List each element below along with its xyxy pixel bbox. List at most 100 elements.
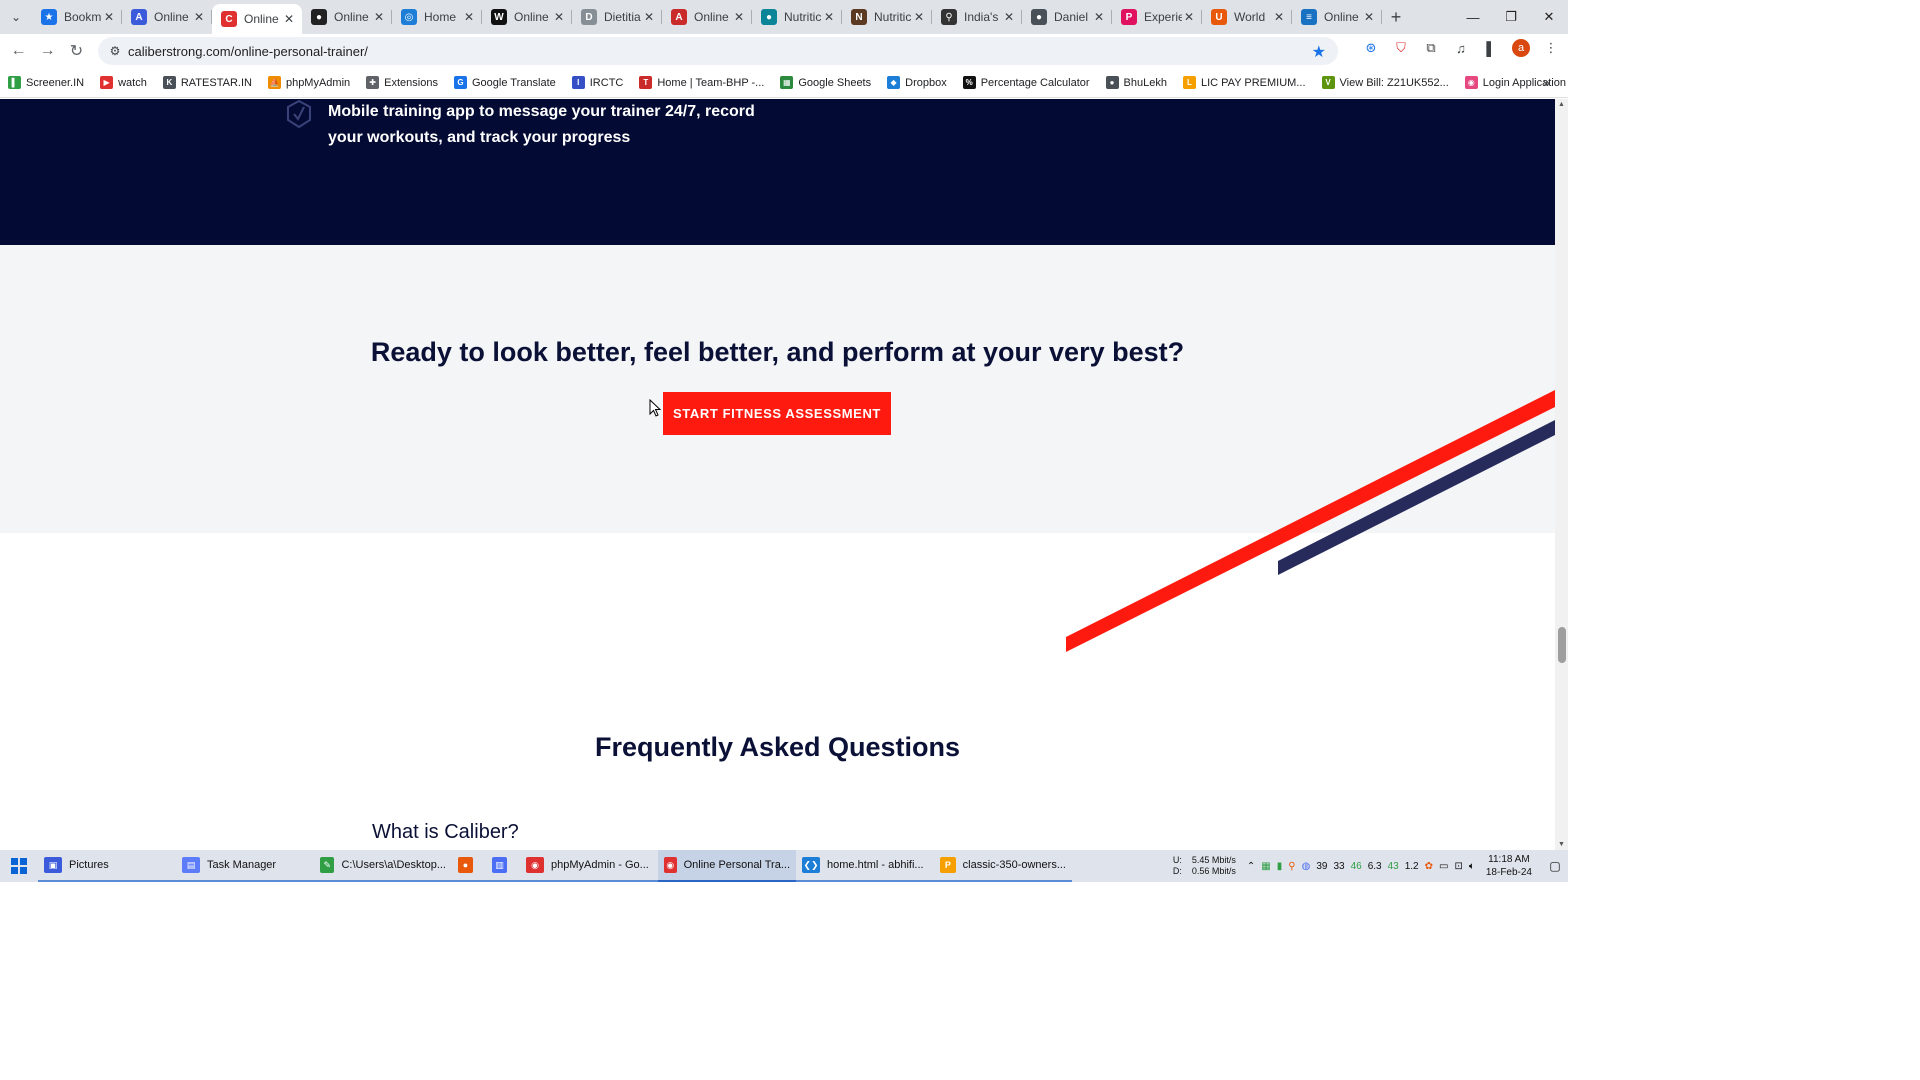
tab-title: Online xyxy=(514,10,549,24)
tab-close-icon[interactable]: ✕ xyxy=(1092,10,1106,24)
tab-title: India's xyxy=(964,10,999,24)
menu-kebab-icon[interactable]: ⋮ xyxy=(1542,39,1560,57)
address-bar[interactable]: ⚙ caliberstrong.com/online-personal-trai… xyxy=(98,37,1338,65)
browser-tab[interactable]: ● Daniel ✕ xyxy=(1022,0,1112,34)
media-controls-icon[interactable]: ♫ xyxy=(1452,39,1470,57)
notifications-icon[interactable]: ▢ xyxy=(1542,859,1568,873)
browser-tab[interactable]: ⚲ India's ✕ xyxy=(932,0,1022,34)
tray-search-icon[interactable]: ⚲ xyxy=(1288,861,1295,872)
profile-avatar[interactable]: a xyxy=(1512,39,1530,57)
tab-title: Online xyxy=(1324,10,1359,24)
taskbar-app-button[interactable]: ◉ phpMyAdmin - Go... xyxy=(520,850,658,882)
scrollbar-thumb[interactable] xyxy=(1558,627,1566,663)
bookmark-item[interactable]: ● BhuLekh xyxy=(1105,76,1167,89)
browser-tab[interactable]: W Online ✕ xyxy=(482,0,572,34)
bookmark-item[interactable]: ▌ Screener.IN xyxy=(8,76,84,89)
tab-close-icon[interactable]: ✕ xyxy=(1002,10,1016,24)
bookmarks-overflow-chevron-icon[interactable]: » xyxy=(1543,75,1550,90)
browser-tab[interactable]: N Nutritic ✕ xyxy=(842,0,932,34)
tray-app-icon[interactable]: ▦ xyxy=(1261,861,1270,872)
site-settings-icon[interactable]: ⚙ xyxy=(102,44,128,58)
taskbar-app-button[interactable]: ❮❯ home.html - abhifi... xyxy=(796,850,934,882)
browser-tab[interactable]: D Dietitia ✕ xyxy=(572,0,662,34)
tab-close-icon[interactable]: ✕ xyxy=(912,10,926,24)
browser-tab[interactable]: ◎ Home ✕ xyxy=(392,0,482,34)
browser-tab[interactable]: P Experie ✕ xyxy=(1112,0,1202,34)
scroll-up-arrow-icon[interactable]: ▲ xyxy=(1558,101,1565,108)
bookmark-item[interactable]: % Percentage Calculator xyxy=(962,76,1090,89)
bookmarks-bar: ▌ Screener.IN ▶ watch K RATESTAR.IN ⛵ phpMyAdmi… xyxy=(0,68,1568,98)
tab-title: Dietitia xyxy=(604,10,641,24)
extension-shield-icon[interactable]: ⛉ xyxy=(1392,39,1410,57)
bookmark-item[interactable]: ⛵ phpMyAdmin xyxy=(267,76,350,89)
tab-close-icon[interactable]: ✕ xyxy=(462,10,476,24)
tray-chevron-up-icon[interactable]: ⌃ xyxy=(1247,861,1255,872)
bookmark-item[interactable]: I IRCTC xyxy=(571,76,623,89)
extension-globe-icon[interactable]: ⊛ xyxy=(1362,39,1380,57)
browser-tab[interactable]: C Online ✕ xyxy=(212,4,302,34)
taskbar-app-button[interactable]: ▥ xyxy=(486,850,520,882)
taskbar-app-button[interactable]: Pclassic-350-owners... xyxy=(934,850,1072,882)
bookmark-item[interactable]: T Home | Team-BHP -... xyxy=(639,76,764,89)
bookmark-item[interactable]: V View Bill: Z21UK552... xyxy=(1321,76,1449,89)
tab-close-icon[interactable]: ✕ xyxy=(1182,10,1196,24)
browser-tab[interactable]: ≡ Online ✕ xyxy=(1292,0,1382,34)
extensions-puzzle-icon[interactable]: ⧉ xyxy=(1422,39,1440,57)
minimize-icon[interactable]: — xyxy=(1454,0,1492,34)
tab-close-icon[interactable]: ✕ xyxy=(1362,10,1376,24)
tab-close-icon[interactable]: ✕ xyxy=(822,10,836,24)
tray-chart-icon[interactable]: ▮ xyxy=(1277,861,1283,872)
browser-tab[interactable]: A Online ✕ xyxy=(122,0,212,34)
taskbar-app-button[interactable]: ▣ Pictures xyxy=(38,850,176,882)
taskbar-app-button[interactable]: ▤ Task Manager xyxy=(176,850,314,882)
bookmark-favicon-icon: ✚ xyxy=(366,76,380,89)
tab-title: Experie xyxy=(1144,10,1182,24)
browser-tab[interactable]: ● Online ✕ xyxy=(302,0,392,34)
taskbar-app-button[interactable]: ◉ Online Personal Tra... xyxy=(658,850,796,882)
tab-close-icon[interactable]: ✕ xyxy=(732,10,746,24)
tab-search-chevron-icon[interactable]: ⌄ xyxy=(0,0,32,34)
volume-icon[interactable]: 🔈︎ xyxy=(1469,861,1475,872)
network-icon[interactable]: ⊡ xyxy=(1454,861,1462,872)
clock[interactable]: 11:18 AM 18-Feb-24 xyxy=(1486,853,1532,879)
bookmark-item[interactable]: ◆ Dropbox xyxy=(887,76,947,89)
bookmark-star-icon[interactable]: ★ xyxy=(1312,42,1326,62)
tray-flower-icon[interactable]: ✿ xyxy=(1425,861,1433,872)
close-window-icon[interactable]: ✕ xyxy=(1530,0,1568,34)
tab-close-icon[interactable]: ✕ xyxy=(642,10,656,24)
new-tab-plus-icon[interactable]: + xyxy=(1382,7,1410,28)
bookmark-item[interactable]: G Google Translate xyxy=(453,76,556,89)
bookmark-item[interactable]: L LIC PAY PREMIUM... xyxy=(1182,76,1306,89)
taskbar-app-button[interactable]: ● xyxy=(452,850,486,882)
start-fitness-assessment-button[interactable]: START FITNESS ASSESSMENT xyxy=(663,392,891,435)
tab-close-icon[interactable]: ✕ xyxy=(282,12,296,26)
url-text[interactable]: caliberstrong.com/online-personal-traine… xyxy=(128,44,368,59)
scroll-down-arrow-icon[interactable]: ▼ xyxy=(1558,841,1565,848)
tab-close-icon[interactable]: ✕ xyxy=(1272,10,1286,24)
page-scrollbar[interactable]: ▲ ▼ xyxy=(1555,99,1568,850)
browser-tab[interactable]: A Online ✕ xyxy=(662,0,752,34)
restore-icon[interactable]: ❐ xyxy=(1492,0,1530,34)
tray-globe-icon[interactable]: ◍ xyxy=(1302,861,1311,872)
browser-tab[interactable]: U World ✕ xyxy=(1202,0,1292,34)
start-windows-icon[interactable] xyxy=(0,850,38,882)
bookmark-item[interactable]: ▶ watch xyxy=(100,76,147,89)
bookmark-item[interactable]: ✚ Extensions xyxy=(366,76,438,89)
bookmark-list: ▌ Screener.IN ▶ watch K RATESTAR.IN ⛵ phpMyAdmi… xyxy=(8,76,1582,89)
bookmark-item[interactable]: ◉ Login Application xyxy=(1464,76,1566,89)
bookmark-item[interactable]: K RATESTAR.IN xyxy=(162,76,252,89)
tab-close-icon[interactable]: ✕ xyxy=(372,10,386,24)
tab-close-icon[interactable]: ✕ xyxy=(552,10,566,24)
back-arrow-icon[interactable]: ← xyxy=(4,37,33,65)
reload-icon[interactable]: ↻ xyxy=(62,37,91,65)
taskbar-app-button[interactable]: ✎ C:\Users\a\Desktop... xyxy=(314,850,452,882)
browser-tab[interactable]: ● Nutritic ✕ xyxy=(752,0,842,34)
tab-close-icon[interactable]: ✕ xyxy=(102,10,116,24)
forward-arrow-icon[interactable]: → xyxy=(33,37,62,65)
browser-tab[interactable]: ★ Bookm ✕ xyxy=(32,0,122,34)
bookmark-item[interactable]: ▦ Google Sheets xyxy=(780,76,871,89)
side-panel-icon[interactable]: ▌ xyxy=(1482,39,1500,57)
tab-close-icon[interactable]: ✕ xyxy=(192,10,206,24)
faq-question[interactable]: What is Caliber? xyxy=(372,821,519,844)
battery-icon[interactable]: ▭ xyxy=(1439,861,1448,872)
